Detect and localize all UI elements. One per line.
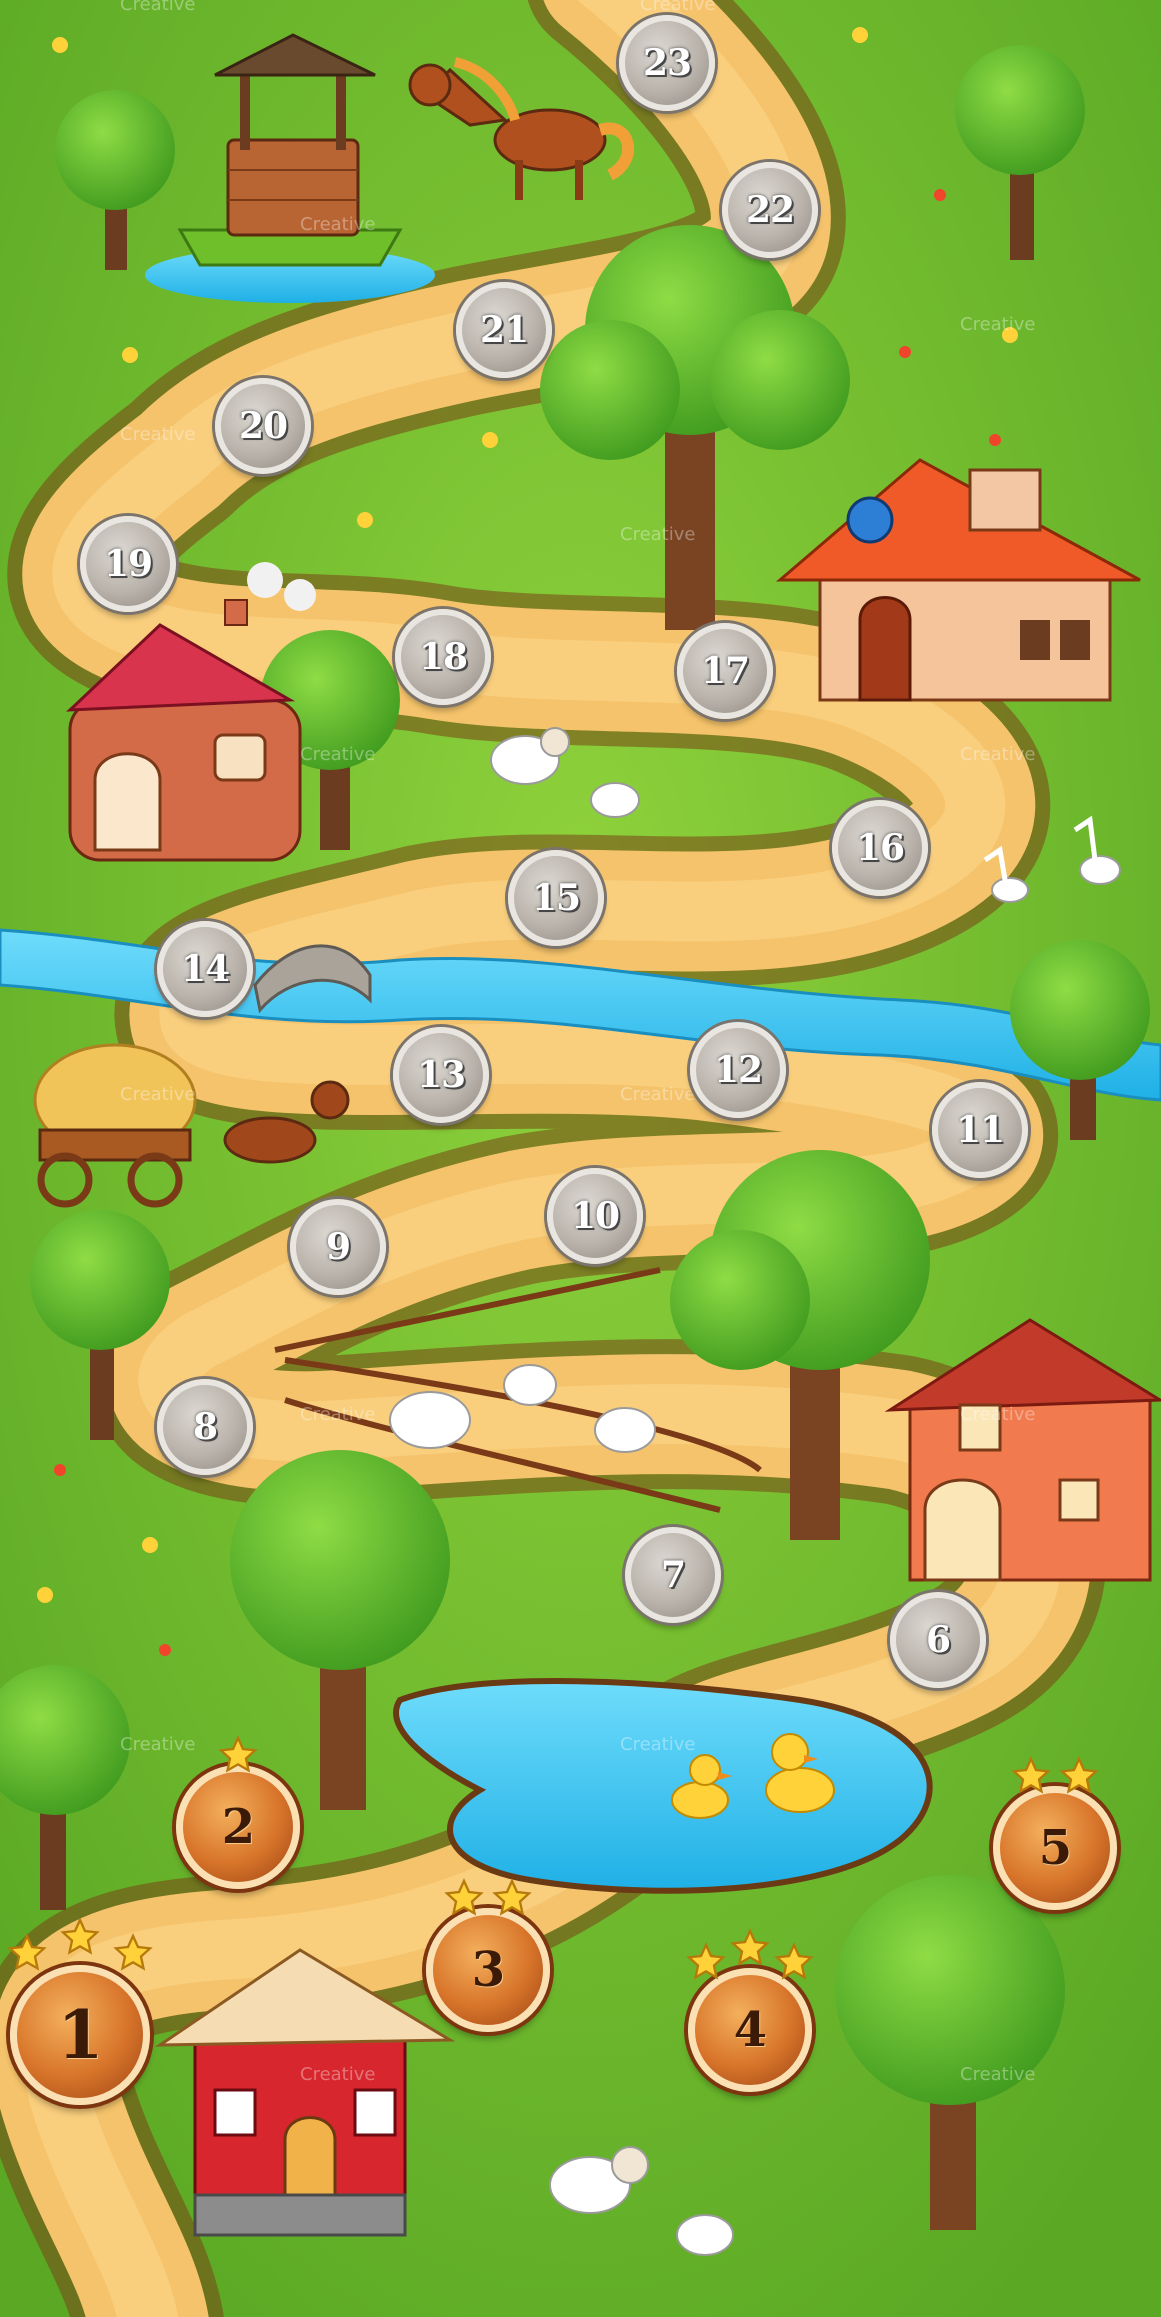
- level-number: 13: [416, 1054, 466, 1096]
- star-icon: [7, 1933, 47, 1973]
- level-10-button[interactable]: 10: [547, 1168, 643, 1264]
- level-4-button[interactable]: 4: [688, 1968, 812, 2092]
- level-7-button[interactable]: 7: [625, 1527, 721, 1623]
- watermark-text: Creative: [620, 1734, 695, 1755]
- star-icon: [60, 1916, 100, 1957]
- watermark-text: Creative: [300, 744, 375, 765]
- level-3-button[interactable]: 3: [426, 1908, 550, 2032]
- watermark-text: Creative: [960, 744, 1035, 765]
- watermark-text: Creative: [120, 0, 195, 15]
- watermark-text: Creative: [120, 1734, 195, 1755]
- watermark-text: Creative: [960, 314, 1035, 335]
- level-number: 5: [1038, 1820, 1072, 1876]
- watermark-text: Creative: [620, 1084, 695, 1105]
- level-20-button[interactable]: 20: [215, 378, 311, 474]
- level-number: 16: [855, 827, 905, 869]
- level-number: 14: [180, 948, 230, 990]
- star-icon: [218, 1735, 258, 1775]
- level-number: 11: [955, 1109, 1005, 1151]
- level-number: 10: [570, 1195, 620, 1237]
- star-icon: [113, 1933, 153, 1973]
- level-19-button[interactable]: 19: [80, 516, 176, 612]
- star-icon: [774, 1942, 814, 1982]
- level-13-button[interactable]: 13: [393, 1027, 489, 1123]
- level-6-button[interactable]: 6: [890, 1592, 986, 1688]
- level-number: 1: [57, 1996, 104, 2074]
- level-number: 9: [325, 1226, 351, 1268]
- level-number: 21: [479, 309, 529, 351]
- watermark-text: Creative: [960, 1404, 1035, 1425]
- level-9-button[interactable]: 9: [290, 1199, 386, 1295]
- level-number: 3: [471, 1942, 505, 1998]
- level-number: 2: [221, 1799, 255, 1855]
- watermark-text: Creative: [620, 524, 695, 545]
- level-22-button[interactable]: 22: [722, 162, 818, 258]
- level-number: 19: [103, 543, 153, 585]
- level-number: 6: [925, 1619, 951, 1661]
- watermark-text: Creative: [300, 2064, 375, 2085]
- level-number: 8: [192, 1406, 218, 1448]
- watermark-text: Creative: [300, 214, 375, 235]
- level-1-button[interactable]: 1: [10, 1965, 150, 2105]
- level-14-button[interactable]: 14: [157, 921, 253, 1017]
- level-5-button[interactable]: 5: [993, 1786, 1117, 1910]
- star-icon: [492, 1878, 532, 1918]
- watermark-text: Creative: [120, 424, 195, 445]
- level-18-button[interactable]: 18: [395, 609, 491, 705]
- level-number: 22: [745, 189, 795, 231]
- level-number: 17: [700, 650, 750, 692]
- watermark-text: Creative: [300, 1404, 375, 1425]
- level-number: 15: [531, 877, 581, 919]
- level-12-button[interactable]: 12: [690, 1022, 786, 1118]
- star-icon: [730, 1928, 770, 1968]
- watermark-text: Creative: [120, 1084, 195, 1105]
- level-number: 23: [642, 42, 692, 84]
- level-number: 20: [238, 405, 288, 447]
- level-number: 7: [660, 1554, 686, 1596]
- level-8-button[interactable]: 8: [157, 1379, 253, 1475]
- game-board: Creative Creative Creative Creative Crea…: [0, 0, 1161, 2317]
- star-icon: [1011, 1756, 1051, 1796]
- star-icon: [444, 1878, 484, 1918]
- watermark-text: Creative: [640, 0, 715, 15]
- level-15-button[interactable]: 15: [508, 850, 604, 946]
- watermark-text: Creative: [960, 2064, 1035, 2085]
- level-number: 18: [418, 636, 468, 678]
- level-17-button[interactable]: 17: [677, 623, 773, 719]
- level-number: 12: [713, 1049, 763, 1091]
- star-icon: [686, 1942, 726, 1982]
- level-21-button[interactable]: 21: [456, 282, 552, 378]
- star-icon: [1059, 1756, 1099, 1796]
- level-2-button[interactable]: 2: [176, 1765, 300, 1889]
- level-23-button[interactable]: 23: [619, 15, 715, 111]
- level-16-button[interactable]: 16: [832, 800, 928, 896]
- pond: [393, 1678, 933, 1894]
- level-number: 4: [733, 2002, 767, 2058]
- level-11-button[interactable]: 11: [932, 1082, 1028, 1178]
